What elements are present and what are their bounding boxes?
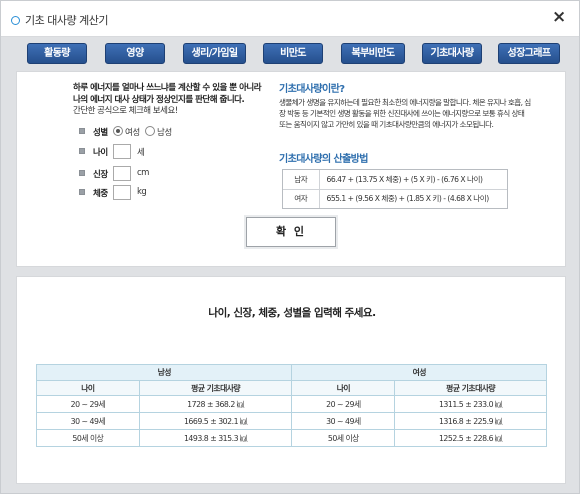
weight-row: 체중 kg: [79, 185, 199, 201]
bmr-definition-title: 기초대사량이란?: [279, 84, 345, 95]
tab-growth-graph[interactable]: 성장그래프: [498, 43, 560, 64]
title-circle-icon: [11, 16, 20, 25]
male-radio[interactable]: [145, 126, 155, 136]
female-avg-cell: 1316.8 ± 225.9 ㎉: [394, 412, 547, 430]
formula-who: 남자: [283, 170, 320, 190]
female-age-col: 나이: [291, 380, 396, 396]
female-age-cell: 50세 이상: [291, 429, 396, 447]
result-panel: 나이, 신장, 체중, 성별을 입력해 주세요. 남성 여성 나이 평균 기초대…: [16, 276, 566, 484]
table-row: 20 ~ 29세 1728 ± 368.2 ㎉ 20 ~ 29세 1311.5 …: [36, 395, 547, 413]
male-avg-cell: 1728 ± 368.2 ㎉: [138, 395, 293, 413]
female-avg-cell: 1311.5 ± 233.0 ㎉: [394, 395, 547, 413]
category-tabs: 활동량 영양 생리/가임일 비만도 복부비만도 기초대사량 성장그래프: [1, 43, 579, 67]
height-unit: cm: [137, 168, 149, 178]
bmr-definition-text: 생물체가 생명을 유지하는데 필요한 최소한의 에너지량을 말합니다. 체온 유…: [279, 98, 531, 130]
formula-expr: 655.1 + (9.56 X 체중) + (1.85 X 키) - (4.68…: [319, 189, 507, 208]
female-radio[interactable]: [113, 126, 123, 136]
male-avg-cell: 1669.5 ± 302.1 ㎉: [138, 412, 293, 430]
average-bmr-table: 남성 여성 나이 평균 기초대사량 나이 평균 기초대사량 20 ~ 29세 1…: [35, 364, 547, 447]
bullet-icon: [79, 189, 85, 195]
female-age-cell: 20 ~ 29세: [291, 395, 396, 413]
height-label: 신장: [93, 170, 108, 180]
weight-input[interactable]: [113, 185, 131, 200]
age-row: 나이 세: [79, 144, 199, 160]
table-row: 50세 이상 1493.8 ± 315.3 ㎉ 50세 이상 1252.5 ± …: [36, 429, 547, 447]
formula-row-female: 여자 655.1 + (9.56 X 체중) + (1.85 X 키) - (4…: [283, 189, 507, 208]
tab-menstrual[interactable]: 생리/가임일: [183, 43, 246, 64]
tab-bmr[interactable]: 기초대사량: [422, 43, 482, 64]
formula-row-male: 남자 66.47 + (13.75 X 체중) + (5 X 키) - (6.7…: [283, 170, 507, 190]
male-age-col: 나이: [36, 380, 140, 396]
female-header: 여성: [291, 364, 547, 381]
formula-expr: 66.47 + (13.75 X 체중) + (5 X 키) - (6.76 X…: [319, 170, 507, 190]
age-label: 나이: [93, 148, 108, 158]
height-row: 신장 cm: [79, 166, 199, 182]
tab-abdominal-obesity[interactable]: 복부비만도: [341, 43, 405, 64]
tab-activity[interactable]: 활동량: [27, 43, 87, 64]
intro-subtext: 간단한 공식으로 체크해 보세요!: [73, 106, 178, 116]
table-column-header: 나이 평균 기초대사량 나이 평균 기초대사량: [36, 380, 547, 396]
gender-label: 성별: [93, 128, 108, 138]
intro-line-1: 하루 에너지를 얼마나 쓰느냐를 계산할 수 있을 뿐 아니라: [73, 83, 262, 93]
table-row: 30 ~ 49세 1669.5 ± 302.1 ㎉ 30 ~ 49세 1316.…: [36, 412, 547, 430]
bullet-icon: [79, 148, 85, 154]
close-icon[interactable]: ×: [552, 7, 566, 27]
gender-row: 성별 여성 남성: [79, 124, 239, 140]
formula-who: 여자: [283, 189, 320, 208]
male-age-cell: 20 ~ 29세: [36, 395, 140, 413]
tab-obesity[interactable]: 비만도: [263, 43, 323, 64]
calculation-method-title: 기초대사량의 산출방법: [279, 154, 368, 165]
intro-text: 하루 에너지를 얼마나 쓰느냐를 계산할 수 있을 뿐 아니라 나의 에너지 대…: [73, 82, 295, 106]
male-label: 남성: [157, 128, 172, 138]
age-input[interactable]: [113, 144, 131, 159]
bullet-icon: [79, 170, 85, 176]
female-label: 여성: [125, 128, 140, 138]
female-age-cell: 30 ~ 49세: [291, 412, 396, 430]
male-age-cell: 30 ~ 49세: [36, 412, 140, 430]
female-avg-cell: 1252.5 ± 228.6 ㎉: [394, 429, 547, 447]
weight-label: 체중: [93, 189, 108, 199]
height-input[interactable]: [113, 166, 131, 181]
formula-table: 남자 66.47 + (13.75 X 체중) + (5 X 키) - (6.7…: [282, 169, 508, 209]
result-prompt: 나이, 신장, 체중, 성별을 입력해 주세요.: [208, 307, 376, 319]
bullet-icon: [79, 128, 85, 134]
male-avg-col: 평균 기초대사량: [138, 380, 293, 396]
window-title: 기초 대사량 계산기: [25, 14, 108, 27]
title-bar: 기초 대사량 계산기 ×: [1, 1, 579, 37]
confirm-button[interactable]: 확 인: [246, 217, 336, 247]
table-group-header: 남성 여성: [35, 364, 547, 381]
male-header: 남성: [35, 364, 293, 381]
female-avg-col: 평균 기초대사량: [394, 380, 547, 396]
male-age-cell: 50세 이상: [36, 429, 140, 447]
male-avg-cell: 1493.8 ± 315.3 ㎉: [138, 429, 293, 447]
age-unit: 세: [137, 148, 145, 158]
tab-nutrition[interactable]: 영양: [105, 43, 165, 64]
calculator-window: 기초 대사량 계산기 × 활동량 영양 생리/가임일 비만도 복부비만도 기초대…: [0, 0, 580, 494]
weight-unit: kg: [137, 187, 147, 197]
